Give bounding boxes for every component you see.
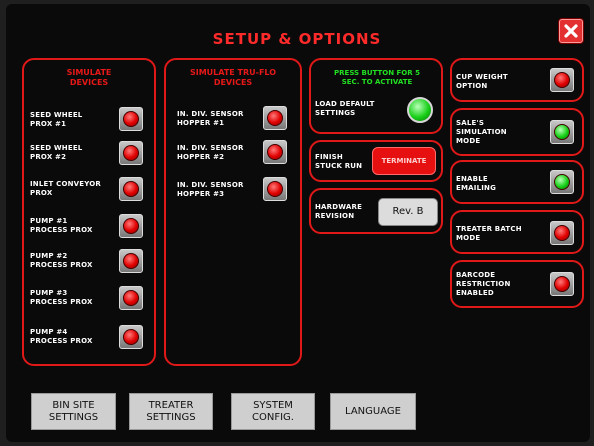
indicator-light — [267, 110, 283, 126]
terminate-button[interactable]: TERMINATE — [372, 147, 436, 175]
screen: SETUP & OPTIONS SIMULATE DEVICES SEED WH… — [0, 0, 594, 446]
option-toggle[interactable] — [550, 221, 574, 245]
option-toggle[interactable] — [550, 68, 574, 92]
option-label: BARCODE RESTRICTION ENABLED — [456, 271, 511, 297]
option-toggle[interactable] — [550, 170, 574, 194]
page-title: SETUP & OPTIONS — [212, 30, 382, 48]
finish-stuck-panel: FINISH STUCK RUN TERMINATE — [309, 140, 443, 182]
treater-settings-button[interactable]: TREATER SETTINGS — [129, 393, 213, 430]
option-sales-simulation: SALE'S SIMULATION MODE — [450, 108, 584, 156]
option-label: CUP WEIGHT OPTION — [456, 73, 508, 90]
indicator-light — [123, 145, 139, 161]
close-icon — [564, 24, 578, 38]
load-default-button[interactable] — [407, 97, 433, 123]
option-label: ENABLE EMAILING — [456, 175, 497, 192]
indicator-light — [267, 144, 283, 160]
load-default-panel: PRESS BUTTON FOR 5 SEC. TO ACTIVATE LOAD… — [309, 58, 443, 134]
indicator-light — [123, 253, 139, 269]
indicator-light — [123, 329, 139, 345]
finish-stuck-label: FINISH STUCK RUN — [315, 153, 363, 170]
device-toggle-4[interactable] — [119, 214, 143, 238]
option-toggle[interactable] — [550, 120, 574, 144]
indicator-light — [123, 218, 139, 234]
device-label-4: PUMP #1 PROCESS PROX — [30, 217, 93, 234]
option-label: TREATER BATCH MODE — [456, 225, 522, 242]
device-toggle-7[interactable] — [119, 325, 143, 349]
indicator-light — [554, 276, 570, 292]
truflo-toggle-2[interactable] — [263, 140, 287, 164]
indicator-light — [123, 290, 139, 306]
system-config-button[interactable]: SYSTEM CONFIG. — [231, 393, 315, 430]
indicator-light — [123, 181, 139, 197]
device-label-6: PUMP #3 PROCESS PROX — [30, 289, 93, 306]
option-enable-emailing: ENABLE EMAILING — [450, 160, 584, 204]
language-button[interactable]: LANGUAGE — [330, 393, 416, 430]
device-label-5: PUMP #2 PROCESS PROX — [30, 252, 93, 269]
option-label: SALE'S SIMULATION MODE — [456, 119, 507, 145]
simulate-truflo-panel: SIMULATE TRU-FLO DEVICES IN. DIV. SENSOR… — [164, 58, 302, 366]
truflo-toggle-1[interactable] — [263, 106, 287, 130]
truflo-label-1: IN. DIV. SENSOR HOPPER #1 — [177, 110, 244, 127]
device-toggle-3[interactable] — [119, 177, 143, 201]
truflo-toggle-3[interactable] — [263, 177, 287, 201]
device-toggle-6[interactable] — [119, 286, 143, 310]
load-default-hint: PRESS BUTTON FOR 5 SEC. TO ACTIVATE — [334, 69, 420, 86]
simulate-devices-title: SIMULATE DEVICES — [66, 68, 112, 87]
device-label-3: INLET CONVEYOR PROX — [30, 180, 102, 197]
option-cup-weight: CUP WEIGHT OPTION — [450, 58, 584, 102]
bin-site-settings-button[interactable]: BIN SITE SETTINGS — [31, 393, 116, 430]
option-barcode-restriction: BARCODE RESTRICTION ENABLED — [450, 260, 584, 308]
close-button[interactable] — [559, 19, 583, 43]
option-treater-batch: TREATER BATCH MODE — [450, 210, 584, 254]
indicator-light — [554, 124, 570, 140]
hardware-panel: HARDWARE REVISION Rev. B — [309, 188, 443, 234]
truflo-label-2: IN. DIV. SENSOR HOPPER #2 — [177, 144, 244, 161]
indicator-light — [123, 111, 139, 127]
indicator-light — [267, 181, 283, 197]
indicator-light — [554, 174, 570, 190]
revision-button[interactable]: Rev. B — [378, 198, 438, 226]
device-toggle-2[interactable] — [119, 141, 143, 165]
hardware-label: HARDWARE REVISION — [315, 203, 363, 220]
device-toggle-1[interactable] — [119, 107, 143, 131]
simulate-devices-panel: SIMULATE DEVICES SEED WHEEL PROX #1 SEED… — [22, 58, 156, 366]
device-label-1: SEED WHEEL PROX #1 — [30, 111, 83, 128]
device-label-2: SEED WHEEL PROX #2 — [30, 144, 83, 161]
device-label-7: PUMP #4 PROCESS PROX — [30, 328, 93, 345]
option-toggle[interactable] — [550, 272, 574, 296]
indicator-light — [554, 72, 570, 88]
device-toggle-5[interactable] — [119, 249, 143, 273]
simulate-truflo-title: SIMULATE TRU-FLO DEVICES — [189, 68, 277, 87]
load-default-label: LOAD DEFAULT SETTINGS — [315, 100, 375, 117]
truflo-label-3: IN. DIV. SENSOR HOPPER #3 — [177, 181, 244, 198]
indicator-light — [554, 225, 570, 241]
